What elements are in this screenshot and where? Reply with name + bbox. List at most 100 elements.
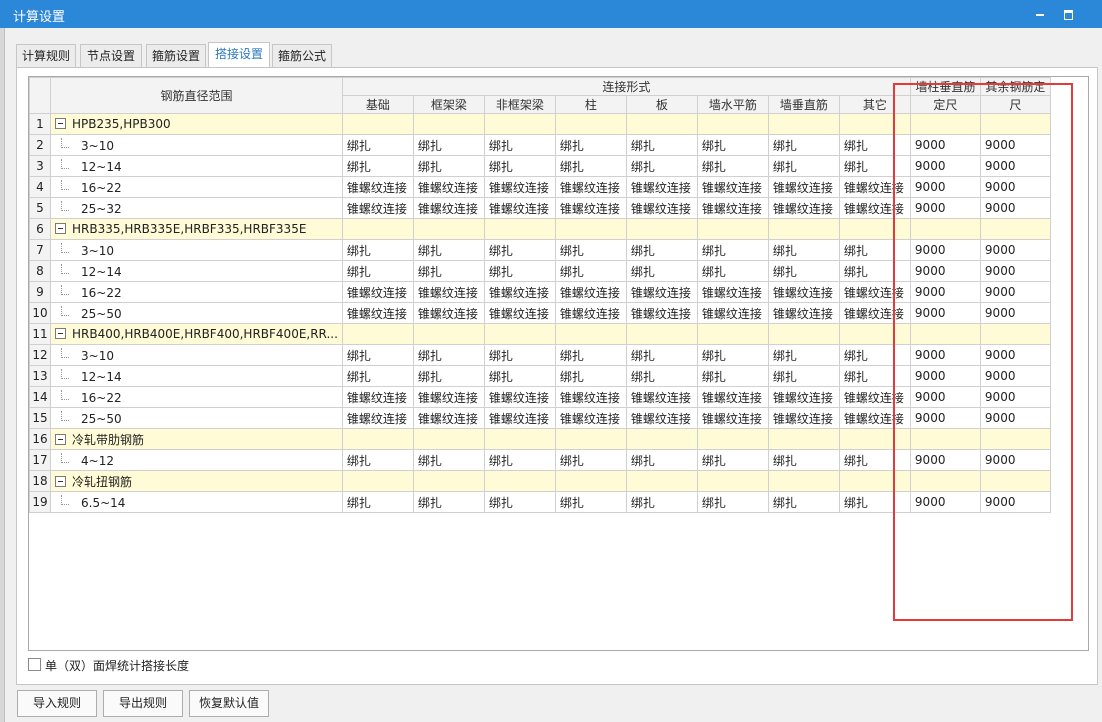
- connection-cell[interactable]: 绑扎: [838, 155, 911, 177]
- connection-cell[interactable]: 锥螺纹连接: [412, 302, 485, 324]
- connection-cell[interactable]: [625, 428, 698, 450]
- table-row[interactable]: 2 3~10 绑扎 绑扎 绑扎 绑扎 绑扎 绑扎 绑扎 绑扎 9000 9000: [29, 134, 1051, 156]
- connection-cell[interactable]: 锥螺纹连接: [696, 197, 769, 219]
- connection-cell[interactable]: 绑扎: [341, 491, 414, 513]
- connection-cell[interactable]: 锥螺纹连接: [838, 386, 911, 408]
- connection-cell[interactable]: 绑扎: [483, 344, 556, 366]
- table-row[interactable]: 13 12~14 绑扎 绑扎 绑扎 绑扎 绑扎 绑扎 绑扎 绑扎 9000 9000: [29, 365, 1051, 387]
- connection-cell[interactable]: 锥螺纹连接: [341, 302, 414, 324]
- connection-cell[interactable]: 锥螺纹连接: [767, 302, 840, 324]
- maximize-icon[interactable]: [1058, 4, 1080, 24]
- weld-checkbox[interactable]: [28, 658, 41, 671]
- connection-cell[interactable]: 锥螺纹连接: [483, 302, 556, 324]
- connection-cell[interactable]: 锥螺纹连接: [767, 197, 840, 219]
- connection-cell[interactable]: 绑扎: [838, 365, 911, 387]
- connection-cell[interactable]: [341, 470, 414, 492]
- wall-col-length-cell[interactable]: 9000: [909, 134, 981, 156]
- connection-cell[interactable]: 锥螺纹连接: [483, 407, 556, 429]
- table-row[interactable]: 3 12~14 绑扎 绑扎 绑扎 绑扎 绑扎 绑扎 绑扎 绑扎 9000 9000: [29, 155, 1051, 177]
- table-row[interactable]: 9 16~22 锥螺纹连接 锥螺纹连接 锥螺纹连接 锥螺纹连接 锥螺纹连接 锥螺纹连接 锥螺纹连…: [29, 281, 1051, 303]
- connection-cell[interactable]: [696, 428, 769, 450]
- connection-cell[interactable]: [554, 428, 627, 450]
- wall-col-length-cell[interactable]: 9000: [909, 260, 981, 282]
- connection-cell[interactable]: [696, 470, 769, 492]
- connection-cell[interactable]: 锥螺纹连接: [554, 302, 627, 324]
- connection-cell[interactable]: 绑扎: [412, 260, 485, 282]
- connection-cell[interactable]: 绑扎: [554, 155, 627, 177]
- wall-col-length-cell[interactable]: 9000: [909, 407, 981, 429]
- connection-cell[interactable]: 锥螺纹连接: [838, 197, 911, 219]
- connection-cell[interactable]: [696, 323, 769, 345]
- connection-cell[interactable]: 锥螺纹连接: [554, 176, 627, 198]
- connection-cell[interactable]: [412, 428, 485, 450]
- other-length-cell[interactable]: 9000: [979, 239, 1051, 261]
- connection-cell[interactable]: 锥螺纹连接: [696, 386, 769, 408]
- connection-cell[interactable]: 绑扎: [412, 155, 485, 177]
- connection-cell[interactable]: 绑扎: [483, 491, 556, 513]
- connection-cell[interactable]: 绑扎: [483, 365, 556, 387]
- connection-cell[interactable]: 绑扎: [767, 491, 840, 513]
- connection-cell[interactable]: 锥螺纹连接: [625, 176, 698, 198]
- table-row[interactable]: 17 4~12 绑扎 绑扎 绑扎 绑扎 绑扎 绑扎 绑扎 绑扎 9000 9000: [29, 449, 1051, 471]
- connection-cell[interactable]: [767, 323, 840, 345]
- other-length-cell[interactable]: 9000: [979, 344, 1051, 366]
- wall-col-length-cell[interactable]: 9000: [909, 302, 981, 324]
- connection-cell[interactable]: 锥螺纹连接: [554, 197, 627, 219]
- collapse-icon[interactable]: [55, 118, 66, 129]
- connection-cell[interactable]: 锥螺纹连接: [554, 281, 627, 303]
- connection-cell[interactable]: 绑扎: [696, 239, 769, 261]
- connection-cell[interactable]: 绑扎: [341, 239, 414, 261]
- wall-col-length-cell[interactable]: 9000: [909, 155, 981, 177]
- connection-cell[interactable]: 锥螺纹连接: [483, 197, 556, 219]
- connection-cell[interactable]: [767, 470, 840, 492]
- wall-col-length-cell[interactable]: 9000: [909, 239, 981, 261]
- range-cell[interactable]: 12~14: [50, 155, 343, 177]
- connection-cell[interactable]: 绑扎: [696, 365, 769, 387]
- connection-cell[interactable]: 绑扎: [838, 134, 911, 156]
- collapse-icon[interactable]: [55, 433, 66, 445]
- other-length-cell[interactable]: 9000: [979, 407, 1051, 429]
- connection-cell[interactable]: 绑扎: [838, 344, 911, 366]
- connection-cell[interactable]: 绑扎: [767, 344, 840, 366]
- table-row[interactable]: 4 16~22 锥螺纹连接 锥螺纹连接 锥螺纹连接 锥螺纹连接 锥螺纹连接 锥螺纹连接 锥螺纹连…: [29, 176, 1051, 198]
- connection-cell[interactable]: [483, 428, 556, 450]
- other-length-cell[interactable]: 9000: [979, 449, 1051, 471]
- group-row[interactable]: 1 HPB235,HPB300: [29, 113, 1051, 135]
- connection-cell[interactable]: 锥螺纹连接: [696, 176, 769, 198]
- connection-cell[interactable]: 锥螺纹连接: [554, 386, 627, 408]
- connection-cell[interactable]: [341, 428, 414, 450]
- wall-col-length-cell[interactable]: [909, 113, 981, 135]
- group-label-cell[interactable]: 冷轧带肋钢筋: [50, 428, 343, 450]
- range-cell[interactable]: 6.5~14: [50, 491, 343, 513]
- connection-cell[interactable]: 锥螺纹连接: [767, 281, 840, 303]
- connection-cell[interactable]: 绑扎: [341, 365, 414, 387]
- other-length-cell[interactable]: 9000: [979, 281, 1051, 303]
- connection-cell[interactable]: 绑扎: [696, 449, 769, 471]
- group-label-cell[interactable]: HRB335,HRB335E,HRBF335,HRBF335E: [50, 218, 343, 240]
- connection-cell[interactable]: [625, 470, 698, 492]
- connection-cell[interactable]: 绑扎: [341, 155, 414, 177]
- collapse-icon[interactable]: [55, 475, 66, 487]
- connection-cell[interactable]: [767, 113, 840, 135]
- connection-cell[interactable]: [483, 218, 556, 240]
- connection-cell[interactable]: 锥螺纹连接: [341, 176, 414, 198]
- connection-cell[interactable]: [341, 113, 414, 135]
- table-row[interactable]: 7 3~10 绑扎 绑扎 绑扎 绑扎 绑扎 绑扎 绑扎 绑扎 9000 9000: [29, 239, 1051, 261]
- connection-cell[interactable]: [483, 113, 556, 135]
- wall-col-length-cell[interactable]: [909, 470, 981, 492]
- table-row[interactable]: 10 25~50 锥螺纹连接 锥螺纹连接 锥螺纹连接 锥螺纹连接 锥螺纹连接 锥螺纹连接 锥螺纹…: [29, 302, 1051, 324]
- other-length-cell[interactable]: 9000: [979, 134, 1051, 156]
- range-cell[interactable]: 25~50: [50, 407, 343, 429]
- group-row[interactable]: 18 冷轧扭钢筋: [29, 470, 1051, 492]
- tab-stirrup-settings[interactable]: 箍筋设置: [146, 44, 206, 68]
- restore-defaults-button[interactable]: 恢复默认值: [189, 690, 269, 717]
- connection-cell[interactable]: 绑扎: [554, 260, 627, 282]
- connection-cell[interactable]: [554, 323, 627, 345]
- collapse-icon[interactable]: [55, 223, 66, 234]
- range-cell[interactable]: 16~22: [50, 176, 343, 198]
- connection-cell[interactable]: 绑扎: [412, 449, 485, 471]
- connection-cell[interactable]: 锥螺纹连接: [625, 302, 698, 324]
- connection-cell[interactable]: 锥螺纹连接: [412, 176, 485, 198]
- connection-cell[interactable]: 绑扎: [483, 155, 556, 177]
- connection-cell[interactable]: 锥螺纹连接: [412, 386, 485, 408]
